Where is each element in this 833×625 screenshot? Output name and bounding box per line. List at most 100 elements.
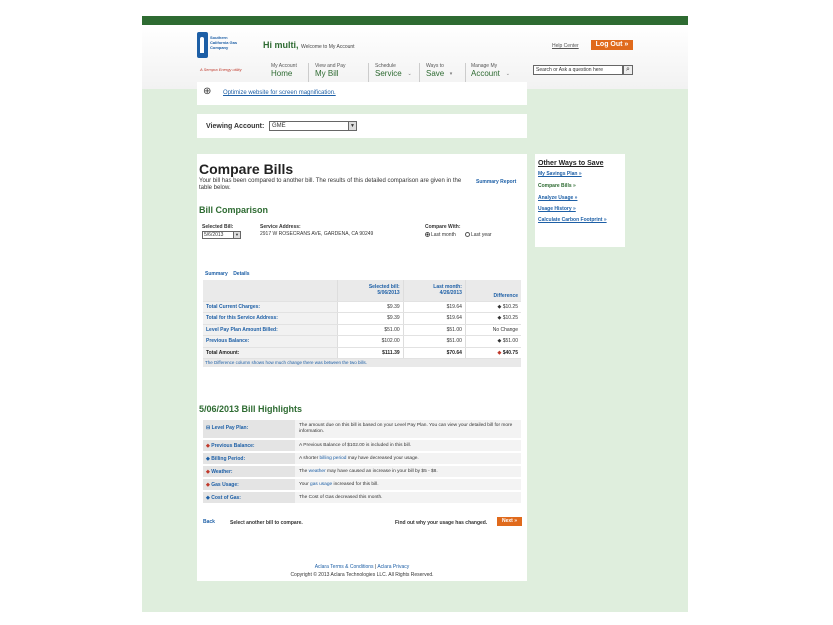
site-header: Southern California Gas Company A Sempra… — [142, 25, 688, 89]
magnify-link[interactable]: Optimize website for screen magnificatio… — [223, 90, 336, 96]
diamond-down-icon: ◆ — [206, 469, 210, 475]
cell-diff: ◆ $51.00 — [464, 335, 521, 348]
nav-my-bill-big: My Bill — [315, 69, 339, 78]
sidebar-item-usage-history[interactable]: Usage History » — [538, 206, 576, 212]
terms-link[interactable]: Aclara Terms & Conditions — [315, 564, 374, 570]
highlight-row: ◆ Cost of Gas: The Cost of Gas decreased… — [203, 492, 521, 504]
other-ways-sidebar: Other Ways to Save My Savings Plan » Com… — [535, 154, 625, 247]
highlight-key[interactable]: ◆ Weather: — [203, 466, 295, 477]
table-row: Total Amount: $111.39 $70.64 ◆ $40.75 — [203, 347, 521, 359]
nav-divider — [419, 63, 420, 83]
caret-down-icon: ▾ — [449, 71, 453, 77]
sidebar-item-compare-bills[interactable]: Compare Bills » — [538, 183, 576, 189]
tab-summary[interactable]: Summary — [205, 271, 228, 277]
search-button[interactable]: ⌕ — [623, 65, 633, 75]
next-button[interactable]: Next » — [497, 517, 522, 526]
difference-note: The Difference column shows how much cha… — [203, 359, 521, 367]
cell-diff: ◆ $10.25 — [464, 312, 521, 325]
highlight-key[interactable]: ◆ Billing Period: — [203, 453, 295, 464]
highlight-key[interactable]: ◆ Cost of Gas: — [203, 492, 295, 503]
chevron-down-icon: ⌄ — [505, 71, 510, 77]
highlight-row: ◆ Weather: The weather may have caused a… — [203, 466, 521, 478]
cell-selected: $9.39 — [336, 312, 404, 325]
magnify-icon[interactable]: ⊕ — [203, 86, 211, 97]
viewing-account-label: Viewing Account: — [206, 123, 265, 130]
view-tabs: Summary Details — [205, 271, 254, 277]
highlight-row: ◆ Billing Period: A shorter billing peri… — [203, 453, 521, 465]
row-label: Previous Balance: — [203, 335, 337, 348]
highlight-key[interactable]: ◆ Gas Usage: — [203, 479, 295, 490]
tab-details[interactable]: Details — [233, 271, 249, 277]
diamond-up-icon: ◆ — [497, 315, 502, 322]
highlight-text: The weather may have caused an increase … — [299, 469, 438, 474]
cell-selected: $102.00 — [336, 335, 404, 348]
sidebar-item-carbon-footprint[interactable]: Calculate Carbon Footprint » — [538, 217, 607, 223]
radio-selected-icon — [425, 232, 430, 237]
sidebar-title: Other Ways to Save — [538, 160, 604, 167]
nav-account[interactable]: Manage My Account ⌄ — [471, 63, 510, 78]
sidebar-item-analyze-usage[interactable]: Analyze Usage » — [538, 195, 577, 201]
table-row: Total Current Charges: $9.39 $19.64 ◆ $1… — [203, 301, 521, 313]
cell-last: $51.00 — [402, 335, 466, 348]
sidebar-item-savings-plan[interactable]: My Savings Plan » — [538, 171, 582, 177]
table-row: Previous Balance: $102.00 $51.00 ◆ $51.0… — [203, 335, 521, 348]
radio-last-year[interactable]: Last year — [465, 232, 492, 238]
viewing-account-panel: Viewing Account: GME ▼ — [197, 114, 527, 138]
logout-button[interactable]: Log Out » — [591, 40, 633, 50]
service-address-label: Service Address: — [260, 224, 301, 230]
summary-report-link[interactable]: Summary Report — [476, 179, 516, 185]
table-header-row: Selected bill: 5/06/2013 Last month: 4/26/… — [203, 280, 521, 302]
nav-divider — [465, 63, 466, 83]
page-frame: Southern California Gas Company A Sempra… — [142, 16, 688, 612]
diamond-down-icon: ◆ — [206, 443, 210, 449]
logo-subtext: A Sempra Energy utility — [200, 67, 242, 72]
row-label: Total Amount: — [203, 347, 337, 359]
highlight-row: ◆ Gas Usage: Your gas usage increased fo… — [203, 479, 521, 491]
cell-selected: $51.00 — [336, 324, 404, 336]
highlight-text: The amount due on this bill is based on … — [299, 423, 513, 434]
radio-last-month-label: Last month — [431, 232, 456, 238]
table-row: Total for this Service Address: $9.39 $1… — [203, 312, 521, 325]
page-title: Compare Bills — [199, 161, 294, 177]
search-input[interactable]: Search or Ask a question here — [533, 65, 623, 75]
nav-save-big: Save — [426, 69, 445, 78]
highlights-heading: 5/06/2013 Bill Highlights — [199, 404, 303, 414]
col-last-header: Last month: 4/26/2013 — [402, 280, 466, 302]
socalgas-logo[interactable]: Southern California Gas Company A Sempra… — [197, 32, 249, 76]
highlight-text: A shorter billing period may have decrea… — [299, 456, 419, 461]
cell-last: $19.64 — [402, 312, 466, 325]
nav-account-big: Account — [471, 69, 500, 78]
cell-last: $51.00 — [402, 324, 466, 336]
nav-divider — [308, 63, 309, 83]
find-out-text: Find out why your usage has changed. — [395, 520, 488, 526]
selected-bill-select[interactable]: 5/6/2013 ▼ — [202, 231, 241, 239]
nav-my-bill[interactable]: View and Pay My Bill ⌄ — [315, 63, 381, 78]
help-center-link[interactable]: Help Center — [552, 43, 579, 49]
row-label: Level Pay Plan Amount Billed: — [203, 324, 337, 336]
highlight-key[interactable]: ⊟ Level Pay Plan: — [203, 420, 295, 438]
cell-selected: $111.39 — [336, 347, 404, 359]
weather-link[interactable]: weather — [309, 469, 326, 474]
nav-divider — [368, 63, 369, 83]
privacy-link[interactable]: Aclara Privacy — [377, 564, 409, 570]
intro-text: Your bill has been compared to another b… — [199, 178, 462, 191]
nav-service[interactable]: Schedule Service ⌄ — [375, 63, 412, 78]
greeting-sub: Welcome to My Account — [301, 44, 355, 50]
radio-empty-icon — [465, 232, 470, 237]
flame-logo-icon — [197, 32, 208, 58]
radio-last-month[interactable]: Last month — [425, 232, 456, 238]
table-row: Level Pay Plan Amount Billed: $51.00 $51… — [203, 324, 521, 336]
col-diff-header: Difference — [464, 280, 521, 302]
back-link[interactable]: Back — [203, 519, 215, 525]
billing-period-link[interactable]: billing period — [320, 456, 347, 461]
nav-save[interactable]: Ways to Save ▾ — [426, 63, 452, 78]
select-another-text: Select another bill to compare. — [230, 520, 303, 526]
highlight-key[interactable]: ◆ Previous Balance: — [203, 440, 295, 451]
selected-bill-value: 5/6/2013 — [204, 232, 224, 238]
account-select[interactable]: GME ▼ — [269, 121, 357, 131]
collapse-icon: ⊟ — [206, 425, 211, 431]
nav-home[interactable]: My Account Home — [271, 63, 297, 78]
cell-last: $19.64 — [402, 301, 466, 313]
diamond-down-icon: ◆ — [497, 338, 502, 345]
gas-usage-link[interactable]: gas usage — [310, 482, 332, 487]
